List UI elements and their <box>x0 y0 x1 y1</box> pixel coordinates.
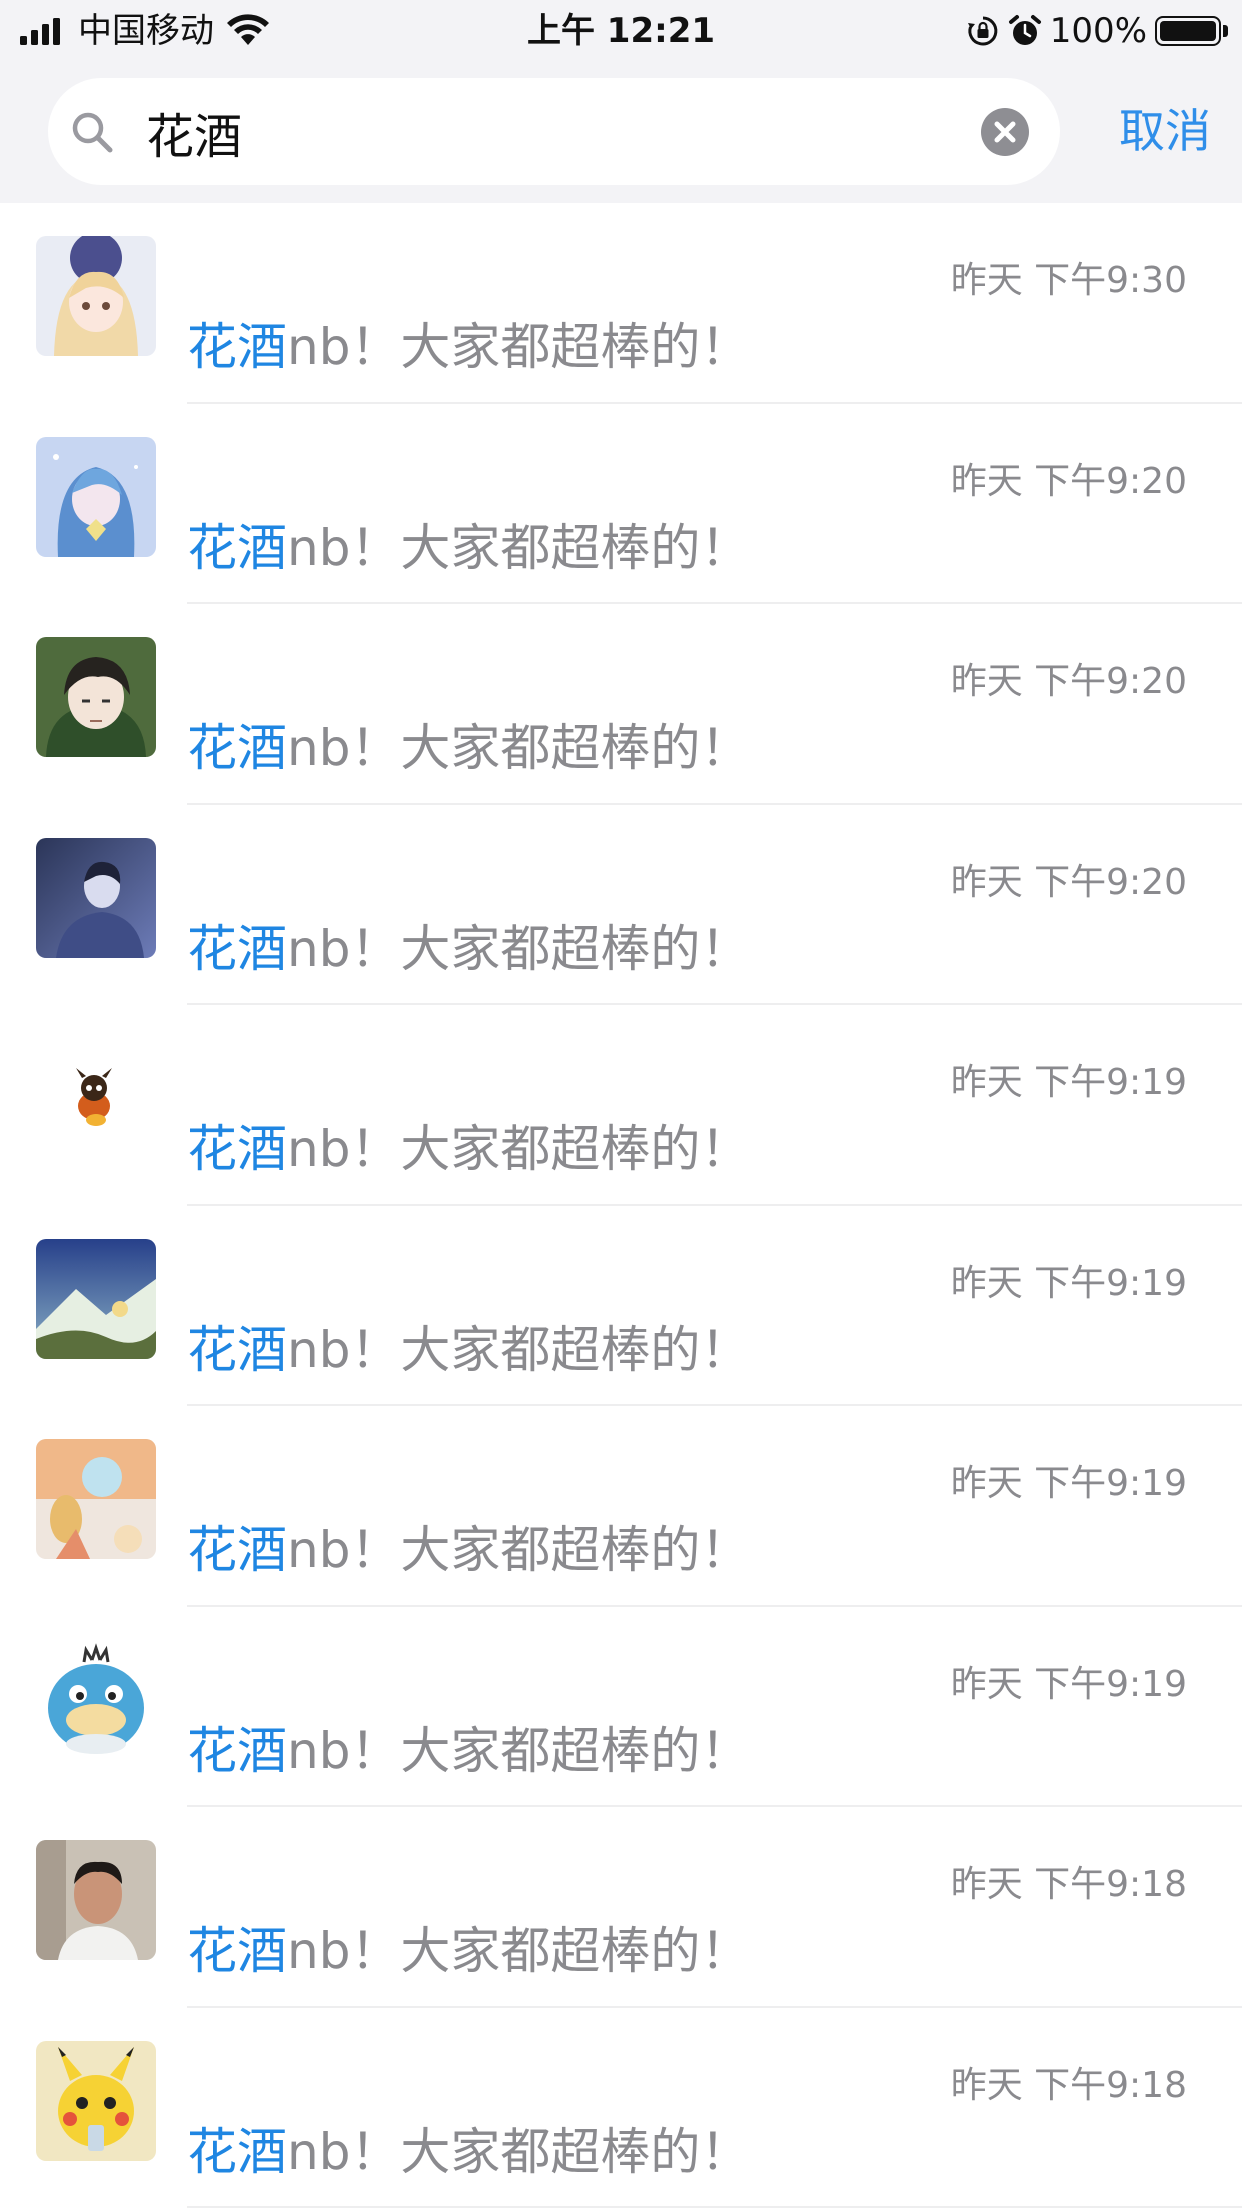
highlighted-keyword: 花酒 <box>187 1320 287 1379</box>
small-creature-avatar <box>36 1038 156 1158</box>
landscape-avatar <box>36 1238 156 1359</box>
orientation-lock-icon <box>967 16 998 46</box>
result-message-preview: 花酒nb！大家都超棒的！ <box>187 1510 750 1582</box>
result-time: 昨天 下午9:18 <box>950 2064 1187 2106</box>
alarm-clock-icon <box>1008 15 1041 45</box>
result-message-preview: 花酒nb！大家都超棒的！ <box>187 909 750 981</box>
message-text: nb！大家都超棒的！ <box>287 1521 751 1579</box>
highlighted-keyword: 花酒 <box>187 919 287 978</box>
result-message-preview: 花酒nb！大家都超棒的！ <box>187 508 750 580</box>
battery-tip <box>1223 25 1228 37</box>
highlighted-keyword: 花酒 <box>187 1922 287 1980</box>
result-time: 昨天 下午9:20 <box>950 460 1187 502</box>
clear-search-icon[interactable] <box>980 107 1030 157</box>
result-time: 昨天 下午9:18 <box>950 1864 1187 1905</box>
highlighted-keyword: 花酒 <box>187 1721 287 1780</box>
search-result-row-4[interactable]: 昨天 下午9:20 花酒nb！大家都超棒的！ <box>0 805 1242 1005</box>
message-text: nb！大家都超棒的！ <box>287 919 751 978</box>
result-time: 昨天 下午9:19 <box>950 1463 1187 1504</box>
message-text: nb！大家都超棒的！ <box>287 719 751 777</box>
message-text: nb！大家都超棒的！ <box>287 1320 751 1379</box>
result-message-preview: 花酒nb！大家都超棒的！ <box>187 1711 750 1783</box>
blue-duck-avatar <box>36 1639 156 1760</box>
search-result-row-2[interactable]: 昨天 下午9:20 花酒nb！大家都超棒的！ <box>0 404 1242 604</box>
message-text: nb！大家都超棒的！ <box>287 1120 751 1178</box>
search-box[interactable] <box>48 78 1060 185</box>
message-text: nb！大家都超棒的！ <box>287 1721 751 1780</box>
battery-percentage: 100% <box>1049 11 1147 51</box>
result-time: 昨天 下午9:20 <box>950 861 1187 903</box>
illustration-avatar <box>36 1439 156 1559</box>
result-time: 昨天 下午9:20 <box>950 661 1187 702</box>
highlighted-keyword: 花酒 <box>187 2122 287 2181</box>
status-bar-right: 100% <box>966 10 1228 52</box>
message-text: nb！大家都超棒的！ <box>287 518 751 577</box>
message-text: nb！大家都超棒的！ <box>287 318 751 376</box>
man-photo-avatar <box>36 1840 156 1960</box>
search-results-screen: 中国移动 上午 12:21 100% 花酒 取消 昨天 下午9:30 花酒nb！… <box>0 0 1242 2208</box>
search-results-list: 昨天 下午9:30 花酒nb！大家都超棒的！ 昨天 下午9:20 花酒nb！大家… <box>0 203 1242 2208</box>
search-result-row-10[interactable]: 昨天 下午9:18 花酒nb！大家都超棒的！ <box>0 2008 1242 2208</box>
search-result-row-7[interactable]: 昨天 下午9:19 花酒nb！大家都超棒的！ <box>0 1406 1242 1607</box>
highlighted-keyword: 花酒 <box>187 719 287 777</box>
anime-blue-hair-avatar <box>36 436 156 557</box>
result-message-preview: 花酒nb！大家都超棒的！ <box>187 1310 750 1382</box>
result-time: 昨天 下午9:19 <box>950 1663 1187 1705</box>
result-message-preview: 花酒nb！大家都超棒的！ <box>187 708 750 780</box>
anime-girl-avatar <box>36 236 156 356</box>
message-text: nb！大家都超棒的！ <box>287 2122 751 2181</box>
result-message-preview: 花酒nb！大家都超棒的！ <box>187 307 750 379</box>
search-result-row-6[interactable]: 昨天 下午9:19 花酒nb！大家都超棒的！ <box>0 1206 1242 1406</box>
search-result-row-9[interactable]: 昨天 下午9:18 花酒nb！大家都超棒的！ <box>0 1807 1242 2008</box>
pikachu-avatar <box>36 2040 156 2161</box>
search-result-row-1[interactable]: 昨天 下午9:30 花酒nb！大家都超棒的！ <box>0 203 1242 404</box>
highlighted-keyword: 花酒 <box>187 1521 287 1579</box>
result-time: 昨天 下午9:19 <box>950 1262 1187 1304</box>
result-message-preview: 花酒nb！大家都超棒的！ <box>187 2112 750 2184</box>
battery-icon <box>1155 16 1221 46</box>
highlighted-keyword: 花酒 <box>187 1120 287 1178</box>
blue-portrait-avatar <box>36 837 156 958</box>
cancel-button[interactable]: 取消 <box>1100 78 1230 185</box>
highlighted-keyword: 花酒 <box>187 518 287 577</box>
message-text: nb！大家都超棒的！ <box>287 1922 751 1980</box>
result-message-preview: 花酒nb！大家都超棒的！ <box>187 1109 750 1181</box>
search-result-row-3[interactable]: 昨天 下午9:20 花酒nb！大家都超棒的！ <box>0 604 1242 805</box>
search-input[interactable] <box>146 78 996 185</box>
search-icon <box>72 112 113 153</box>
anime-man-avatar <box>36 637 156 757</box>
search-result-row-5[interactable]: 昨天 下午9:19 花酒nb！大家都超棒的！ <box>0 1005 1242 1206</box>
result-time: 昨天 下午9:30 <box>950 260 1187 301</box>
result-message-preview: 花酒nb！大家都超棒的！ <box>187 1911 750 1983</box>
search-result-row-8[interactable]: 昨天 下午9:19 花酒nb！大家都超棒的！ <box>0 1607 1242 1807</box>
result-time: 昨天 下午9:19 <box>950 1062 1187 1103</box>
search-header: 中国移动 上午 12:21 100% 花酒 取消 <box>0 0 1242 203</box>
status-bar: 中国移动 上午 12:21 100% <box>0 0 1242 62</box>
highlighted-keyword: 花酒 <box>187 318 287 376</box>
